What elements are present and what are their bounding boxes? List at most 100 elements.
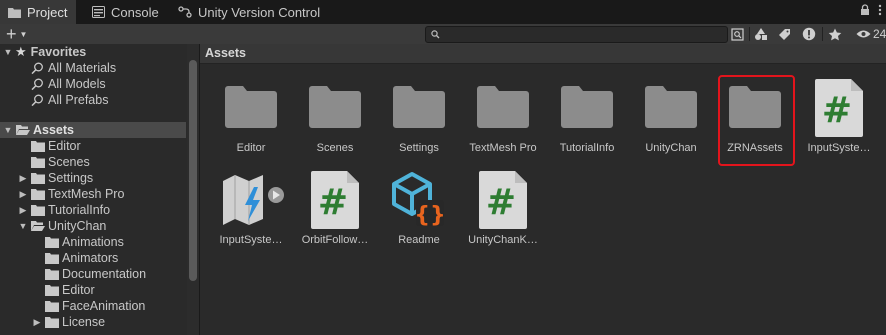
folder-open-icon — [16, 125, 30, 135]
favorite-item-all-models[interactable]: All Models — [31, 76, 106, 92]
filter-by-log-type-button[interactable] — [799, 26, 819, 42]
asset-input-actions-inputsystem[interactable]: InputSyste… — [209, 172, 293, 252]
tree-item-label: TextMesh Pro — [48, 187, 125, 201]
create-button[interactable]: + ▼ — [6, 24, 27, 44]
tree-item-scenes[interactable]: Scenes — [31, 154, 90, 170]
tab-console-label: Console — [111, 4, 159, 20]
asset-label: UnityChan — [645, 142, 697, 154]
tab-project-label: Project — [27, 4, 68, 20]
expand-arrow-icon[interactable]: ▼ — [2, 125, 14, 135]
tag-icon — [778, 28, 790, 40]
asset-label: OrbitFollow… — [301, 234, 369, 246]
tree-item-label: TutorialInfo — [48, 203, 111, 217]
toolbar-separator — [822, 27, 823, 41]
filter-by-label-button[interactable] — [774, 26, 794, 42]
expand-arrow-icon[interactable]: ▶ — [17, 189, 29, 200]
asset-script-inputsystem[interactable]: # InputSyste… — [797, 79, 881, 160]
tree-item-animators[interactable]: Animators — [45, 250, 118, 266]
expand-arrow-icon[interactable]: ▼ — [17, 221, 29, 231]
favorite-toggle-button[interactable] — [825, 26, 845, 42]
folder-icon — [477, 86, 529, 128]
csharp-script-icon: # — [479, 171, 527, 229]
search-input[interactable] — [425, 26, 728, 43]
asset-folder-editor[interactable]: Editor — [209, 80, 293, 160]
tree-item-license[interactable]: ▶ License — [31, 314, 106, 330]
tab-unity-version-control[interactable]: Unity Version Control — [178, 0, 320, 24]
folder-icon — [561, 86, 613, 128]
svg-text:#: # — [486, 182, 516, 223]
tree-item-settings[interactable]: ▶ Settings — [17, 170, 94, 186]
asset-folder-textmesh-pro[interactable]: TextMesh Pro — [461, 80, 545, 160]
tree-item-documentation[interactable]: Documentation — [45, 266, 146, 282]
tree-item-animations[interactable]: Animations — [45, 234, 124, 250]
folder-icon — [393, 86, 445, 128]
folder-icon — [31, 141, 45, 152]
expand-arrow-icon[interactable]: ▶ — [31, 317, 43, 328]
folder-open-icon — [31, 221, 45, 231]
asset-folder-tutorialinfo[interactable]: TutorialInfo — [545, 80, 629, 160]
asset-script-orbitfollow[interactable]: # OrbitFollow… — [293, 171, 377, 252]
project-folder-tree: ▼ ★ Favorites All Materials All Models A… — [0, 44, 199, 335]
tab-console[interactable]: Console — [92, 0, 159, 24]
tree-item-label: Assets — [33, 123, 74, 137]
tree-item-label: Animators — [62, 251, 119, 265]
folder-icon — [45, 253, 59, 264]
eye-icon — [856, 30, 871, 38]
breadcrumb: Assets — [200, 44, 886, 64]
favorite-item-all-prefabs[interactable]: All Prefabs — [31, 92, 108, 108]
expand-arrow-icon[interactable]: ▶ — [17, 173, 29, 184]
folder-icon — [45, 237, 59, 248]
project-toolbar: + ▼ 24 — [0, 24, 886, 45]
asset-script-unitychank[interactable]: # UnityChanK… — [461, 171, 545, 252]
tree-item-label: Editor — [48, 139, 81, 153]
favorite-item-all-materials[interactable]: All Materials — [31, 60, 116, 76]
tree-item-assets[interactable]: ▼ Assets — [0, 122, 186, 138]
tab-project[interactable]: Project — [0, 0, 76, 24]
tree-item-label: Settings — [48, 171, 94, 185]
tree-item-label: FaceAnimation — [62, 299, 146, 313]
asset-readme[interactable]: {} Readme — [377, 172, 461, 252]
asset-label: Readme — [398, 234, 440, 246]
tree-item-editor[interactable]: Editor — [45, 282, 95, 298]
folder-icon — [45, 301, 59, 312]
search-icon — [31, 78, 43, 90]
asset-label: Scenes — [316, 142, 354, 154]
tree-item-textmesh-pro[interactable]: ▶ TextMesh Pro — [17, 186, 125, 202]
search-by-type-button[interactable] — [727, 26, 747, 42]
selection-highlight-box — [718, 75, 795, 166]
svg-text:{}: {} — [414, 203, 445, 228]
tree-scrollbar-thumb[interactable] — [189, 60, 197, 281]
asset-label: TutorialInfo — [559, 142, 615, 154]
filter-by-type-button[interactable] — [751, 26, 771, 42]
asset-label: InputSyste… — [219, 234, 283, 246]
favorites-header[interactable]: ▼ ★ Favorites — [2, 44, 87, 60]
expand-arrow-icon[interactable]: ▶ — [17, 205, 29, 216]
asset-label: Editor — [236, 142, 266, 154]
csharp-script-icon: # — [311, 171, 359, 229]
favorite-item-label: All Materials — [48, 61, 117, 75]
asset-label: TextMesh Pro — [469, 142, 537, 154]
lock-icon[interactable] — [860, 4, 870, 16]
tree-item-label: Animations — [62, 235, 124, 249]
tree-item-editor[interactable]: Editor — [31, 138, 81, 154]
breadcrumb-item-assets[interactable]: Assets — [205, 46, 246, 60]
search-icon — [31, 94, 43, 106]
asset-folder-settings[interactable]: Settings — [377, 80, 461, 160]
hidden-packages-toggle[interactable]: 24 — [856, 26, 886, 42]
kebab-menu-icon[interactable] — [878, 4, 882, 16]
tree-item-faceanimation[interactable]: FaceAnimation — [45, 298, 145, 314]
input-actions-icon — [223, 175, 284, 225]
shapes-icon — [755, 27, 767, 40]
warning-circle-icon — [802, 27, 816, 41]
hidden-count: 24 — [873, 27, 886, 41]
window-tab-bar: Project Console Unity Version Control — [0, 0, 886, 24]
folder-icon — [8, 7, 21, 18]
folder-icon — [31, 189, 45, 200]
folder-icon — [31, 173, 45, 184]
tree-item-unitychan[interactable]: ▼ UnityChan — [17, 218, 107, 234]
readme-icon: {} — [392, 172, 446, 228]
asset-folder-unitychan[interactable]: UnityChan — [629, 80, 713, 160]
asset-folder-scenes[interactable]: Scenes — [293, 80, 377, 160]
tree-item-tutorialinfo[interactable]: ▶ TutorialInfo — [17, 202, 111, 218]
expand-arrow-icon[interactable]: ▼ — [2, 47, 14, 57]
